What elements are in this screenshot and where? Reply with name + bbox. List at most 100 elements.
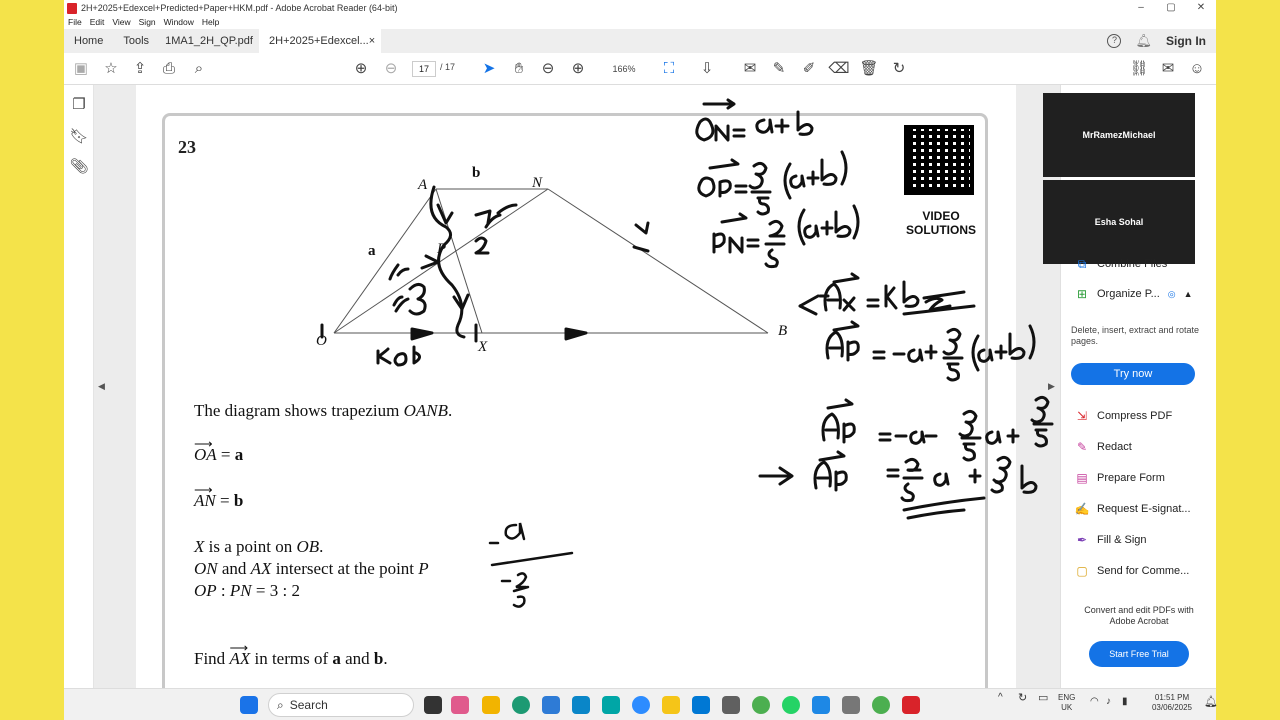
menu-file[interactable]: File: [68, 17, 86, 27]
widgets-icon[interactable]: [482, 696, 500, 714]
menu-help[interactable]: Help: [202, 17, 223, 27]
tab-tools[interactable]: Tools: [113, 29, 159, 53]
right-collapse-arrow-icon[interactable]: ▶: [1048, 381, 1055, 392]
menu-sign[interactable]: Sign: [139, 17, 160, 27]
tray-sync-icon[interactable]: ↻: [1018, 693, 1027, 704]
photos-icon[interactable]: [812, 696, 830, 714]
windows-start-icon[interactable]: [240, 696, 258, 714]
help-icon[interactable]: ?: [1107, 34, 1122, 48]
tab-file-1[interactable]: 1MA1_2H_QP.pdf: [159, 29, 259, 53]
bookmarks-icon[interactable]: 🔖︎: [69, 127, 88, 145]
zoom-in-icon[interactable]: ⊕: [569, 59, 587, 77]
tab-close-icon[interactable]: ×: [369, 35, 375, 47]
bookmark-star-icon[interactable]: ☆: [102, 59, 120, 77]
menu-edit[interactable]: Edit: [90, 17, 109, 27]
maximize-button[interactable]: ▢: [1156, 0, 1186, 16]
redo-icon[interactable]: ↻: [890, 59, 908, 77]
task-view-icon[interactable]: [424, 696, 442, 714]
outlook-icon[interactable]: [572, 696, 590, 714]
page-up-icon[interactable]: ⊕: [352, 59, 370, 77]
ratio-mid: :: [216, 581, 230, 600]
document-viewport[interactable]: ◀ ▶ 23 A b N a P O X B The diagram shows…: [94, 85, 1060, 688]
menu-view[interactable]: View: [112, 17, 134, 27]
start-free-trial-button[interactable]: Start Free Trial: [1089, 641, 1189, 667]
erase-icon[interactable]: ⌫: [828, 59, 849, 77]
bell-icon[interactable]: 🔔︎: [1135, 33, 1152, 49]
email-icon[interactable]: ✉︎: [1159, 59, 1177, 77]
ratio-b: PN: [229, 581, 252, 600]
edge-icon[interactable]: [512, 696, 530, 714]
tool-compress-pdf[interactable]: ⇲ Compress PDF: [1075, 409, 1172, 423]
x-var: X: [194, 537, 205, 556]
video-tile-host: MrRamezMichael: [1043, 93, 1195, 177]
zoom-app-icon[interactable]: [632, 696, 650, 714]
tool-prepare-form[interactable]: ▤ Prepare Form: [1075, 471, 1165, 485]
fill-label: Fill & Sign: [1097, 534, 1147, 546]
clock[interactable]: 01:51 PM 03/06/2025: [1144, 693, 1200, 713]
tool-fill-sign[interactable]: ✒ Fill & Sign: [1075, 533, 1147, 547]
chrome-profile-icon[interactable]: [872, 696, 890, 714]
volume-icon[interactable]: ♪: [1106, 697, 1111, 707]
left-collapse-arrow-icon[interactable]: ◀: [98, 381, 105, 392]
menu-window[interactable]: Window: [164, 17, 198, 27]
onenote-icon[interactable]: [542, 696, 560, 714]
save-icon[interactable]: ▣: [72, 59, 90, 77]
sign-in-button[interactable]: Sign In: [1166, 34, 1206, 48]
wifi-icon[interactable]: ◠: [1090, 697, 1099, 707]
camera-icon[interactable]: [602, 696, 620, 714]
page-number-input[interactable]: 17: [412, 61, 436, 77]
right-border: [1216, 0, 1280, 720]
settings-gear-icon[interactable]: [842, 696, 860, 714]
minimize-button[interactable]: –: [1126, 0, 1156, 16]
tool-organize-pages[interactable]: ⊞ Organize P... ◎ ▲: [1075, 287, 1193, 301]
battery-icon[interactable]: ▮: [1122, 697, 1128, 707]
attachments-icon[interactable]: 📎︎: [69, 157, 88, 175]
taskbar-search-label: Search: [289, 698, 328, 712]
chevron-up-icon[interactable]: ▲: [1184, 289, 1193, 299]
redact-icon: ✎: [1076, 440, 1088, 454]
highlight-pen-icon[interactable]: ✎: [770, 59, 788, 77]
calculator-icon[interactable]: [722, 696, 740, 714]
notifications-bell-icon[interactable]: 🔔︎: [1204, 697, 1218, 708]
delete-icon[interactable]: 🗑︎: [859, 59, 878, 77]
select-cursor-icon[interactable]: ➤: [480, 59, 498, 77]
page-thumbnails-icon[interactable]: ❐: [70, 95, 88, 113]
fit-page-icon[interactable]: ⛶: [660, 59, 678, 77]
draw-icon[interactable]: ✐: [800, 59, 818, 77]
taskbar-search[interactable]: ⌕ Search: [268, 693, 414, 717]
file-explorer-icon[interactable]: [662, 696, 680, 714]
tray-monitor-icon[interactable]: ▭: [1038, 693, 1048, 704]
page-total: / 17: [440, 62, 456, 72]
link-icon[interactable]: ⛓︎: [1129, 59, 1148, 77]
hand-tool-icon[interactable]: ✋︎: [510, 59, 528, 77]
compress-label: Compress PDF: [1097, 410, 1173, 422]
compress-icon: ⇲: [1076, 409, 1088, 423]
scroll-mode-icon[interactable]: ⇩: [698, 59, 716, 77]
find-prefix: Find: [194, 649, 230, 668]
chrome-icon[interactable]: [752, 696, 770, 714]
page-down-icon[interactable]: ⊖: [382, 59, 400, 77]
close-window-button[interactable]: ✕: [1186, 0, 1216, 16]
mail-icon[interactable]: [692, 696, 710, 714]
upload-icon[interactable]: ⇪: [131, 59, 149, 77]
tool-send-comments[interactable]: ▢ Send for Comme...: [1075, 564, 1189, 578]
language-indicator[interactable]: ENG UK: [1058, 693, 1075, 713]
zoom-level-dropdown[interactable]: 166%: [600, 61, 648, 77]
tool-redact[interactable]: ✎ Redact: [1075, 440, 1132, 454]
tab-file-2[interactable]: 2H+2025+Edexcel... ×: [259, 29, 382, 53]
account-icon[interactable]: ☺︎: [1188, 59, 1206, 77]
acrobat-taskbar-icon[interactable]: [902, 696, 920, 714]
print-icon[interactable]: ⎙: [160, 59, 178, 77]
zoom-out-icon[interactable]: ⊖: [539, 59, 557, 77]
try-now-button[interactable]: Try now: [1071, 363, 1195, 385]
comment-icon[interactable]: ✉︎: [741, 59, 759, 77]
organize-label: Organize P...: [1097, 288, 1160, 300]
tab-home[interactable]: Home: [64, 29, 113, 53]
tool-combine-files[interactable]: ⧉ Combine Files: [1075, 257, 1168, 271]
whatsapp-icon[interactable]: [782, 696, 800, 714]
tool-request-esign[interactable]: ✍ Request E-signat...: [1075, 502, 1191, 516]
zoom-search-icon[interactable]: ⌕: [190, 59, 208, 77]
organize-icon: ⊞: [1076, 287, 1088, 301]
tray-chevron-icon[interactable]: ^: [998, 693, 1003, 703]
copilot-icon[interactable]: [451, 696, 469, 714]
